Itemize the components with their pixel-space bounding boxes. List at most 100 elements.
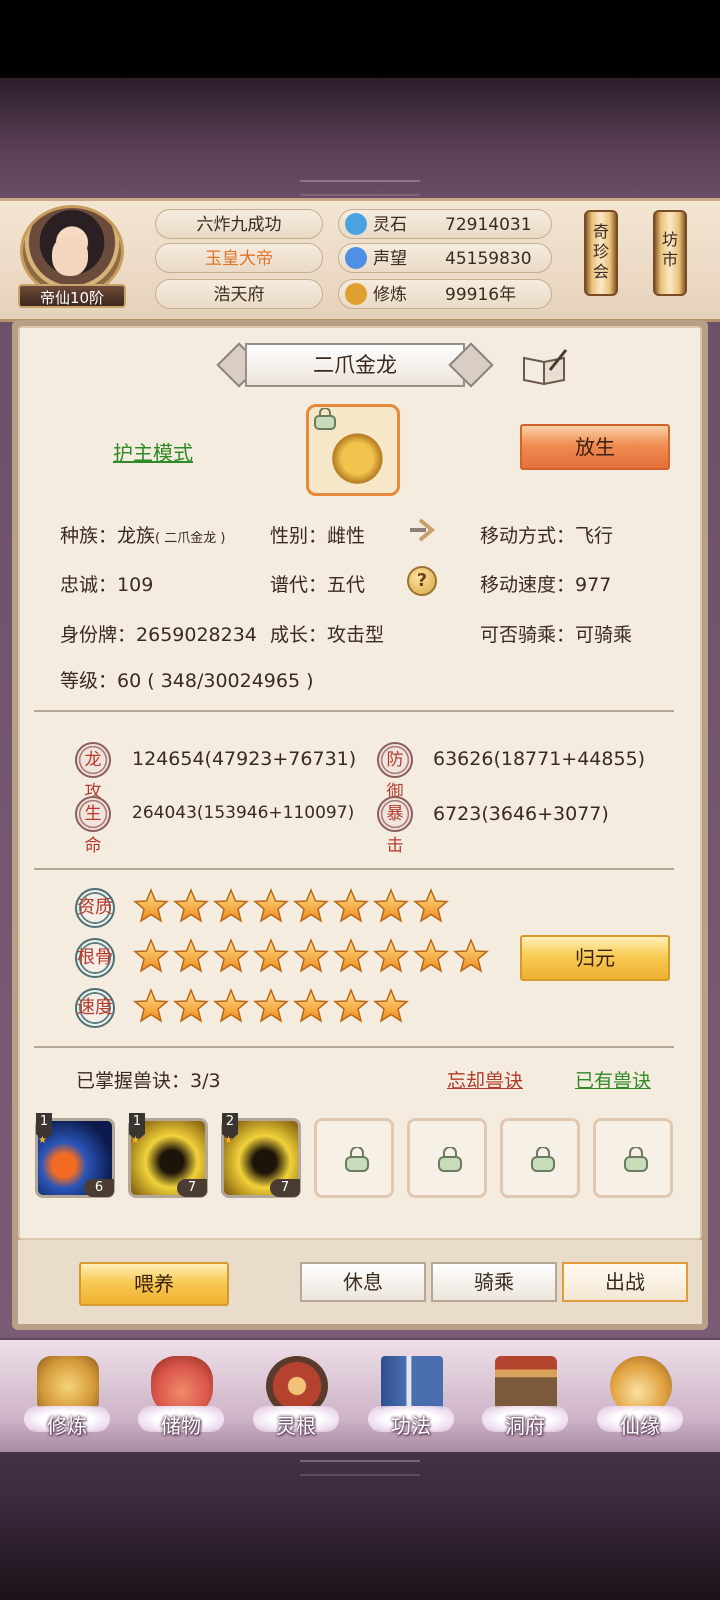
loyalty-label: 忠诚：	[60, 574, 118, 596]
feed-button[interactable]: 喂养	[79, 1262, 229, 1306]
resource-label: 声望	[373, 249, 407, 269]
nav-technique[interactable]: 功法	[356, 1348, 466, 1448]
market-button[interactable]: 坊市	[653, 210, 687, 296]
lock-icon	[624, 1147, 648, 1172]
skill-slot-locked-4[interactable]	[314, 1118, 394, 1198]
race-label: 种族：	[60, 525, 118, 547]
lock-icon	[531, 1147, 555, 1172]
defense-badge: 防御	[377, 742, 413, 802]
skill-count: 7	[177, 1179, 207, 1197]
hp-badge: 生命	[75, 796, 111, 856]
growth-value: 攻击型	[327, 624, 385, 646]
generation-label: 谱代：	[270, 574, 328, 596]
nav-fortune[interactable]: 仙缘	[585, 1348, 695, 1448]
crit-badge: 暴击	[377, 796, 413, 856]
forget-skill-link[interactable]: 忘却兽诀	[447, 1066, 523, 1093]
nav-spirit-root[interactable]: 灵根	[241, 1348, 351, 1448]
player-title-1: 六炸九成功	[155, 209, 323, 239]
rest-button[interactable]: 休息	[300, 1262, 426, 1302]
gender-label: 性别：	[270, 525, 328, 547]
skill-slot-locked-6[interactable]	[500, 1118, 580, 1198]
star-icon	[173, 888, 209, 924]
nav-cultivate[interactable]: 修炼	[12, 1348, 122, 1448]
level-info: 等级：60 ( 348/30024965 )	[60, 666, 314, 693]
id-info: 身份牌：2659028234	[60, 620, 257, 647]
star-icon	[373, 888, 409, 924]
race-value: 龙族	[117, 525, 156, 547]
mastered-skills-label: 已掌握兽诀：3/3	[76, 1070, 221, 1092]
lock-icon	[438, 1147, 462, 1172]
star-icon	[293, 888, 329, 924]
nav-label: 功法	[391, 1414, 431, 1438]
star-icon	[333, 888, 369, 924]
move-mode-label: 移动方式：	[480, 525, 576, 547]
race-subtype: ( 二爪金龙 )	[155, 531, 226, 546]
star-icon	[133, 938, 169, 974]
resource-value: 72914031	[445, 215, 532, 235]
star-icon	[213, 988, 249, 1024]
skill-slot-locked-7[interactable]	[593, 1118, 673, 1198]
owned-skills-link[interactable]: 已有兽诀	[575, 1066, 651, 1093]
nav-cave-mansion[interactable]: 洞府	[470, 1348, 580, 1448]
market-label: 坊市	[661, 230, 678, 269]
defense-value: 63626(18771+44855)	[433, 748, 646, 770]
skill-slot-1[interactable]: 1 ★ 6	[35, 1113, 115, 1198]
prestige-icon	[345, 247, 367, 269]
rideable-value: 可骑乘	[575, 624, 633, 646]
move-speed-info: 移动速度：977	[480, 570, 611, 597]
star-icon	[173, 938, 209, 974]
resource-value: 99916年	[445, 285, 517, 305]
rename-book-icon[interactable]	[522, 348, 568, 386]
star-icon	[293, 988, 329, 1024]
move-speed-value: 977	[575, 574, 612, 596]
guard-mode-link[interactable]: 护主模式	[113, 437, 193, 466]
growth-info: 成长：攻击型	[270, 620, 384, 647]
help-icon[interactable]: ?	[407, 566, 437, 596]
divider	[34, 868, 674, 870]
loyalty-info: 忠诚：109	[60, 570, 153, 597]
attack-badge: 龙攻	[75, 742, 111, 802]
release-button[interactable]: 放生	[520, 424, 670, 470]
star-icon	[253, 988, 289, 1024]
star-icon	[453, 938, 489, 974]
rideable-info: 可否骑乘：可骑乘	[480, 620, 632, 647]
loyalty-value: 109	[117, 574, 154, 596]
star-icon	[253, 888, 289, 924]
top-ornament	[300, 180, 420, 196]
battle-button[interactable]: 出战	[562, 1262, 688, 1302]
ride-button[interactable]: 骑乘	[431, 1262, 557, 1302]
star-icon	[373, 938, 409, 974]
spirit-stone-icon	[345, 213, 367, 235]
skill-slot-2[interactable]: 1 ★ 7	[128, 1113, 208, 1198]
meditation-icon	[345, 283, 367, 305]
bone-badge: 根骨	[75, 938, 115, 978]
pet-name: 二爪金龙	[313, 353, 397, 377]
return-origin-button[interactable]: 归元	[520, 935, 670, 981]
nav-storage[interactable]: 储物	[126, 1348, 236, 1448]
player-rank-badge: 帝仙10阶	[18, 284, 126, 308]
star-icon	[173, 988, 209, 1024]
speed-badge: 速度	[75, 988, 115, 1028]
nav-label: 仙缘	[620, 1414, 660, 1438]
gender-switch-icon[interactable]	[406, 516, 436, 544]
star-icon	[253, 938, 289, 974]
skill-slot-locked-5[interactable]	[407, 1118, 487, 1198]
star-icon	[133, 888, 169, 924]
lock-icon	[345, 1147, 369, 1172]
bone-stars	[133, 938, 513, 978]
resource-label: 灵石	[373, 215, 407, 235]
star-icon	[293, 938, 329, 974]
level-label: 等级：	[60, 670, 118, 692]
skill-count: 7	[270, 1179, 300, 1197]
treasure-auction-button[interactable]: 奇珍会	[584, 210, 618, 296]
skill-slot-3[interactable]: 2 ★ 7	[221, 1113, 301, 1198]
divider	[34, 710, 674, 712]
star-icon: ★	[131, 1135, 140, 1146]
star-icon	[413, 938, 449, 974]
nav-label: 灵根	[276, 1414, 316, 1438]
lock-icon	[314, 408, 336, 430]
resource-cultivation: 修炼 99916年	[338, 279, 552, 309]
hp-value: 264043(153946+110097)	[132, 803, 355, 823]
bottom-ornament	[300, 1460, 420, 1476]
move-speed-label: 移动速度：	[480, 574, 576, 596]
